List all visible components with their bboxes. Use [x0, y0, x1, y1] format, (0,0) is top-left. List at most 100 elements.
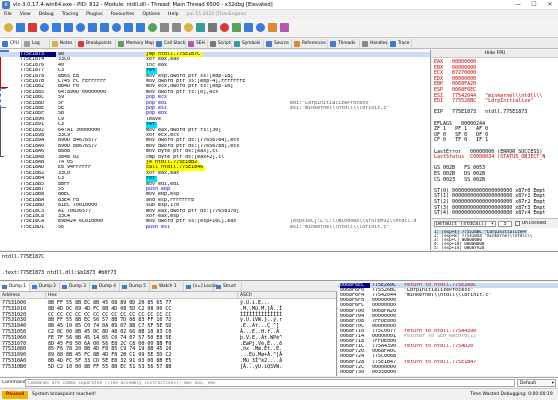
- tab-references[interactable]: References: [292, 39, 328, 48]
- trace-into-icon[interactable]: [100, 23, 109, 32]
- dump-tab-bar: Dump 1 Dump 2 Dump 3 Dump 4 Dump 5 Watch 1 [x=…: [0, 282, 337, 292]
- menu-options[interactable]: Options: [138, 11, 164, 19]
- run-icon[interactable]: [40, 23, 49, 32]
- stack-row[interactable]: 0068F730 00358000: [338, 370, 558, 375]
- handles-icon: [362, 41, 368, 47]
- tab-log[interactable]: Log: [22, 39, 50, 48]
- tab-label: Log: [32, 41, 40, 46]
- strings-icon[interactable]: [232, 23, 241, 32]
- pause-icon[interactable]: [52, 23, 61, 32]
- dump-tab-dump-2[interactable]: Dump 2: [30, 282, 60, 291]
- animate-icon[interactable]: [64, 23, 73, 32]
- command-input[interactable]: [25, 379, 515, 387]
- register-line[interactable]: ST(4) 00000000000000000000 x87r4 Empt: [434, 211, 545, 217]
- close-button[interactable]: ✕: [542, 0, 558, 9]
- plugin-icon[interactable]: [280, 23, 289, 32]
- dump-tab-dump-4[interactable]: Dump 4: [90, 282, 120, 291]
- disasm-row[interactable]: 775E18D1 56 push esi esi:"minkernel\\ntdll\…: [0, 224, 430, 230]
- dump-view[interactable]: Address Hex ASCII 77531000 8B FF 55 8B EC…: [0, 292, 337, 376]
- tab-call-stack[interactable]: Call Stack: [154, 39, 186, 48]
- font-icon[interactable]: [244, 23, 253, 32]
- stack-view[interactable]: 0068F6EC 775E260C return to ntdll.775E260C…: [338, 282, 558, 376]
- tab-seh[interactable]: SEH: [186, 39, 208, 48]
- chevron-down-icon: ▾: [551, 381, 554, 386]
- dump-tab-label: Dump 1: [9, 284, 27, 289]
- dump-tab-icon: [92, 285, 97, 289]
- function-icon[interactable]: [196, 23, 205, 32]
- dump-address[interactable]: 775310B0: [2, 364, 44, 371]
- run-to-user-code-icon[interactable]: [136, 23, 145, 32]
- menu-file[interactable]: File: [0, 11, 16, 19]
- command-bar: Command: Default▾: [0, 377, 558, 387]
- tab-label: Notes: [60, 41, 73, 46]
- calling-convention-select[interactable]: Default (stdcall) ▾: [434, 221, 496, 227]
- calculator-icon[interactable]: [208, 23, 217, 32]
- tab-label: Breakpoints: [86, 41, 112, 46]
- status-bar: Paused System breakpoint reached! Time W…: [0, 388, 558, 400]
- tab-label: Handles: [370, 41, 388, 46]
- menu-view[interactable]: View: [16, 11, 35, 19]
- dump-tab-dump-3[interactable]: Dump 3: [60, 282, 90, 291]
- tab-threads[interactable]: Threads: [328, 39, 360, 48]
- dump-tab-x-locals[interactable]: [x=] Locals: [184, 282, 217, 291]
- dump-tab-dump-5[interactable]: Dump 5: [120, 282, 150, 291]
- disasm-instruction: push esi: [146, 224, 171, 230]
- maximize-button[interactable]: ☐: [526, 0, 542, 9]
- disasm-comment: esi:"minkernel\\ntdll\\ldrinit.c": [290, 224, 390, 230]
- bookmark-icon[interactable]: [184, 23, 193, 32]
- execute-till-return-icon[interactable]: [124, 23, 133, 32]
- tab-source[interactable]: Source: [264, 39, 292, 48]
- label-icon[interactable]: [172, 23, 181, 32]
- scylla-icon[interactable]: [148, 23, 157, 32]
- register-line[interactable]: EDI 775526BC "LdrpInitialize": [434, 99, 533, 105]
- disassembly-view[interactable]: 775E1873 90 jmp ntdll.775E1B7C 775E1874 33C0…: [0, 50, 431, 250]
- dump-tab-label: Struct: [223, 284, 236, 289]
- menu-debug[interactable]: Debug: [35, 11, 58, 19]
- comment-icon[interactable]: [160, 23, 169, 32]
- tab-memory-map[interactable]: Memory Map: [116, 39, 154, 48]
- cpu-icon[interactable]: [256, 23, 265, 32]
- hide-fpu-button[interactable]: Hide FPU: [432, 50, 558, 58]
- close-icon[interactable]: [28, 23, 37, 32]
- tab-handles[interactable]: Handles: [360, 39, 388, 48]
- tab-symbols[interactable]: Symbols: [232, 39, 264, 48]
- menu-favourites[interactable]: Favourites: [107, 11, 139, 19]
- arg-count-spinner[interactable]: 5: [498, 221, 512, 227]
- command-mode-select[interactable]: Default ▾: [517, 379, 556, 387]
- dump-tab-label: Dump 3: [69, 284, 87, 289]
- dump-tab-icon: [152, 285, 157, 289]
- menu-tracing[interactable]: Tracing: [58, 11, 82, 19]
- tab-trace[interactable]: Trace: [388, 39, 412, 48]
- tab-label: CPU: [10, 41, 19, 46]
- minimize-button[interactable]: —: [510, 0, 526, 9]
- favorite-icon[interactable]: [268, 23, 277, 32]
- unlocked-checkbox[interactable]: [515, 221, 520, 226]
- register-line[interactable]: LastStatus C0000034 (STATUS_OBJECT_N: [434, 155, 545, 161]
- dump-tab-watch-1[interactable]: Watch 1: [150, 282, 184, 291]
- trace-icon: [390, 41, 396, 47]
- dump-ascii[interactable]: ]Â...ÿU.ìQSVW.: [240, 364, 336, 371]
- open-icon[interactable]: [4, 23, 13, 32]
- dump-tab-dump-1[interactable]: Dump 1: [0, 282, 30, 291]
- dump-tab-icon: [32, 285, 37, 289]
- restart-icon[interactable]: [16, 23, 25, 32]
- register-line[interactable]: EIP 775E1873 ntdll.775E1873: [434, 110, 527, 116]
- step-into-icon[interactable]: [76, 23, 85, 32]
- register-line[interactable]: CS 0023 SS 002B: [434, 177, 485, 184]
- tab-notes[interactable]: Notes: [50, 39, 76, 48]
- breakpoints-icon: [78, 41, 84, 47]
- references-icon: [294, 41, 300, 47]
- menu-plugins[interactable]: Plugins: [82, 11, 106, 19]
- register-line[interactable]: CF 0 TF 0 IF 1: [434, 138, 488, 144]
- dump-hex[interactable]: 5D C2 10 00 8B FF 55 8B EC 51 53 56 57 8…: [48, 364, 236, 371]
- trace-over-icon[interactable]: [112, 23, 121, 32]
- patch-icon[interactable]: [220, 23, 229, 32]
- tab-breakpoints[interactable]: Breakpoints: [76, 39, 116, 48]
- menu-help[interactable]: Help: [164, 11, 182, 19]
- dump-tab-struct[interactable]: Struct: [214, 282, 242, 291]
- window-title: vlc-3.0.17.4-win64.exe - PID: 812 - Modu…: [13, 2, 273, 8]
- step-over-icon[interactable]: [88, 23, 97, 32]
- tab-cpu[interactable]: CPU: [0, 39, 22, 48]
- dump-ascii-header: ASCII: [238, 292, 336, 299]
- tab-script[interactable]: Script: [208, 39, 232, 48]
